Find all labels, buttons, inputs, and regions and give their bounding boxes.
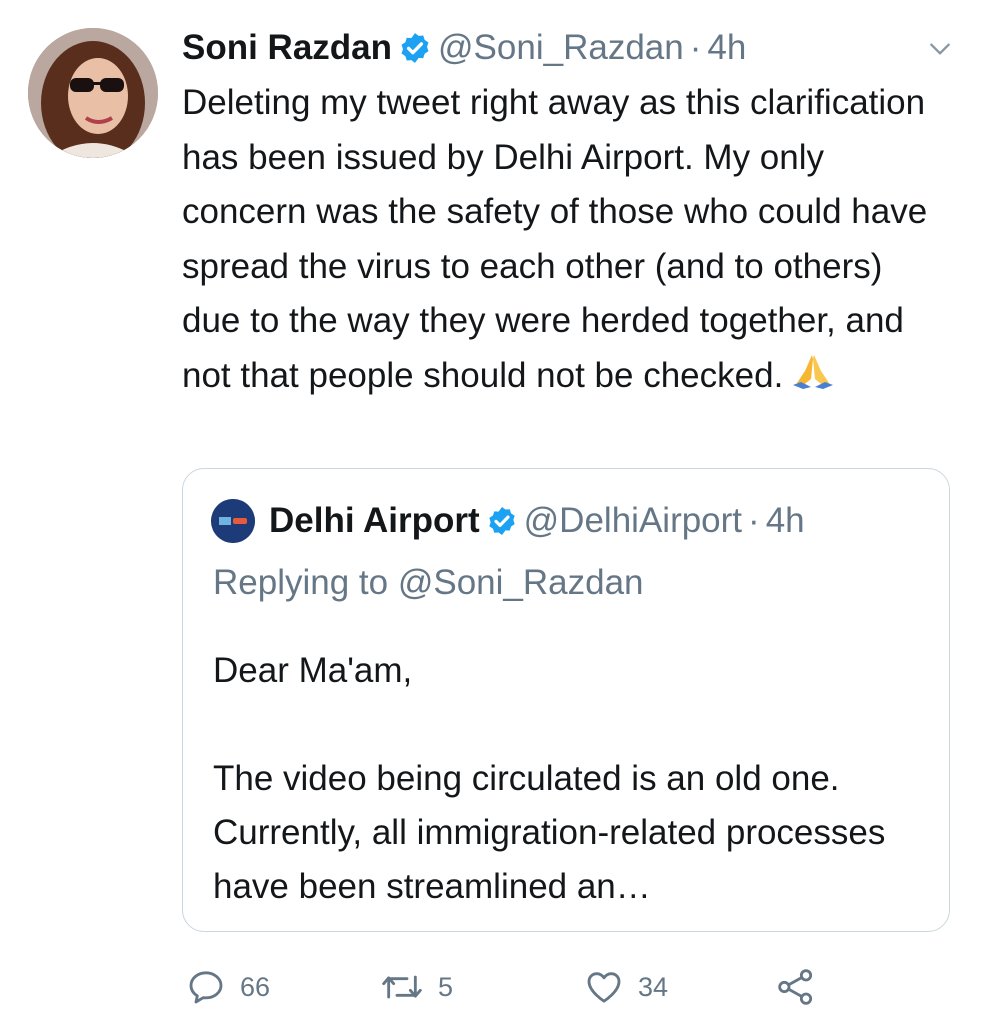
verified-badge-icon xyxy=(401,33,429,63)
verified-badge-icon xyxy=(488,507,515,535)
folded-hands-icon xyxy=(793,354,834,389)
reply-icon xyxy=(189,971,223,1004)
separator-dot: · xyxy=(689,28,702,67)
replying-to: Replying to @Soni_Razdan xyxy=(213,563,644,603)
chevron-down-icon[interactable] xyxy=(927,36,953,62)
reply-button[interactable]: 66 xyxy=(186,962,270,1012)
delhi-airport-logo-icon xyxy=(211,499,255,543)
quoted-body: Dear Ma'am, The video being circulated i… xyxy=(213,651,886,906)
heart-icon xyxy=(587,972,621,1003)
quoted-tweet[interactable]: Delhi Airport @DelhiAirport · 4h Replyin… xyxy=(182,468,950,932)
like-count: 34 xyxy=(638,971,669,1002)
tweet-header: Soni Razdan @Soni_Razdan · 4h xyxy=(182,26,961,70)
replying-prefix: Replying to xyxy=(213,563,389,602)
retweet-icon xyxy=(382,975,422,999)
quoted-author-name[interactable]: Delhi Airport xyxy=(269,501,480,541)
quoted-header: Delhi Airport @DelhiAirport · 4h xyxy=(211,499,805,543)
separator-dot: · xyxy=(748,501,760,540)
retweet-count: 5 xyxy=(438,971,454,1002)
reply-count: 66 xyxy=(240,971,271,1002)
replying-to-handle[interactable]: @Soni_Razdan xyxy=(398,563,644,602)
quoted-time[interactable]: 4h xyxy=(766,501,805,541)
quoted-avatar[interactable] xyxy=(211,499,255,543)
author-avatar[interactable] xyxy=(28,28,158,158)
author-name[interactable]: Soni Razdan xyxy=(182,28,392,68)
tweet-actions: 66 5 34 xyxy=(186,962,946,1012)
quoted-author-handle[interactable]: @DelhiAirport xyxy=(524,501,742,541)
avatar-photo xyxy=(28,28,158,158)
retweet-button[interactable]: 5 xyxy=(380,962,453,1012)
like-button[interactable]: 34 xyxy=(584,962,668,1012)
tweet-time[interactable]: 4h xyxy=(707,28,746,68)
share-button[interactable] xyxy=(776,962,830,1012)
author-handle[interactable]: @Soni_Razdan xyxy=(438,28,684,68)
share-icon xyxy=(778,969,813,1005)
tweet-text: Deleting my tweet right away as this cla… xyxy=(182,76,942,403)
